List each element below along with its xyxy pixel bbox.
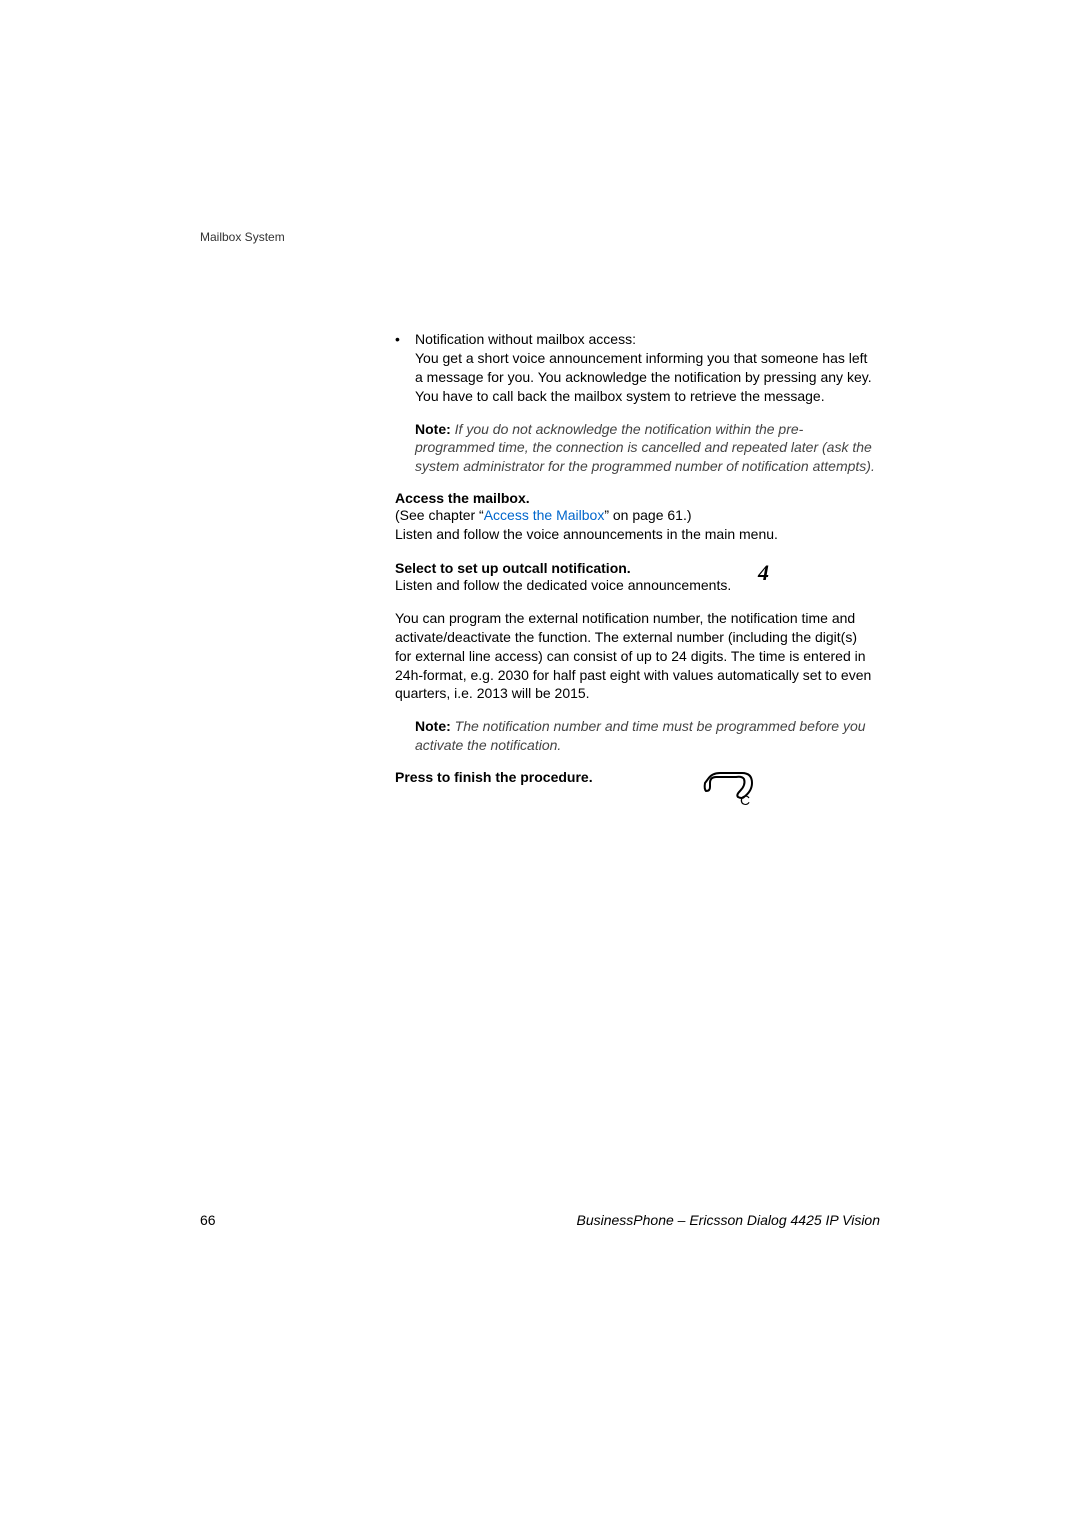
note-block-1: Note: If you do not acknowledge the noti… [415,420,875,477]
note-text: If you do not acknowledge the notificati… [415,421,875,475]
bullet-marker: • [395,330,415,348]
step4-paragraph: You can program the external notificatio… [395,609,875,703]
note-label: Note: [415,421,451,437]
step4-heading: Select to set up outcall notification. [395,560,875,576]
bullet-description: You get a short voice announcement infor… [415,350,872,404]
handset-icon-label: C [740,792,750,807]
finish-heading: Press to finish the procedure. [395,769,875,785]
access-line-1: (See chapter “Access the Mailbox” on pag… [395,506,875,525]
note-label-2: Note: [415,718,451,734]
bullet-body: Notification without mailbox access: You… [415,330,875,406]
bullet-item: • Notification without mailbox access: Y… [395,330,875,406]
note-block-2: Note: The notification number and time m… [415,717,875,755]
section-header: Mailbox System [200,230,285,244]
access-link[interactable]: Access the Mailbox [484,507,605,523]
access-heading: Access the mailbox. [395,490,875,506]
step-number-4: 4 [758,560,769,586]
page-footer: 66 BusinessPhone – Ericsson Dialog 4425 … [200,1212,880,1228]
step4-body: Listen and follow the dedicated voice an… [395,576,875,595]
access-suffix: ” on page 61.) [604,507,691,523]
access-prefix: (See chapter “ [395,507,484,523]
bullet-title: Notification without mailbox access: [415,331,636,347]
footer-title: BusinessPhone – Ericsson Dialog 4425 IP … [576,1212,880,1228]
handset-icon: C [702,769,760,812]
note-text-2: The notification number and time must be… [415,718,866,753]
access-line-2: Listen and follow the voice announcement… [395,525,875,544]
page-number: 66 [200,1212,216,1228]
